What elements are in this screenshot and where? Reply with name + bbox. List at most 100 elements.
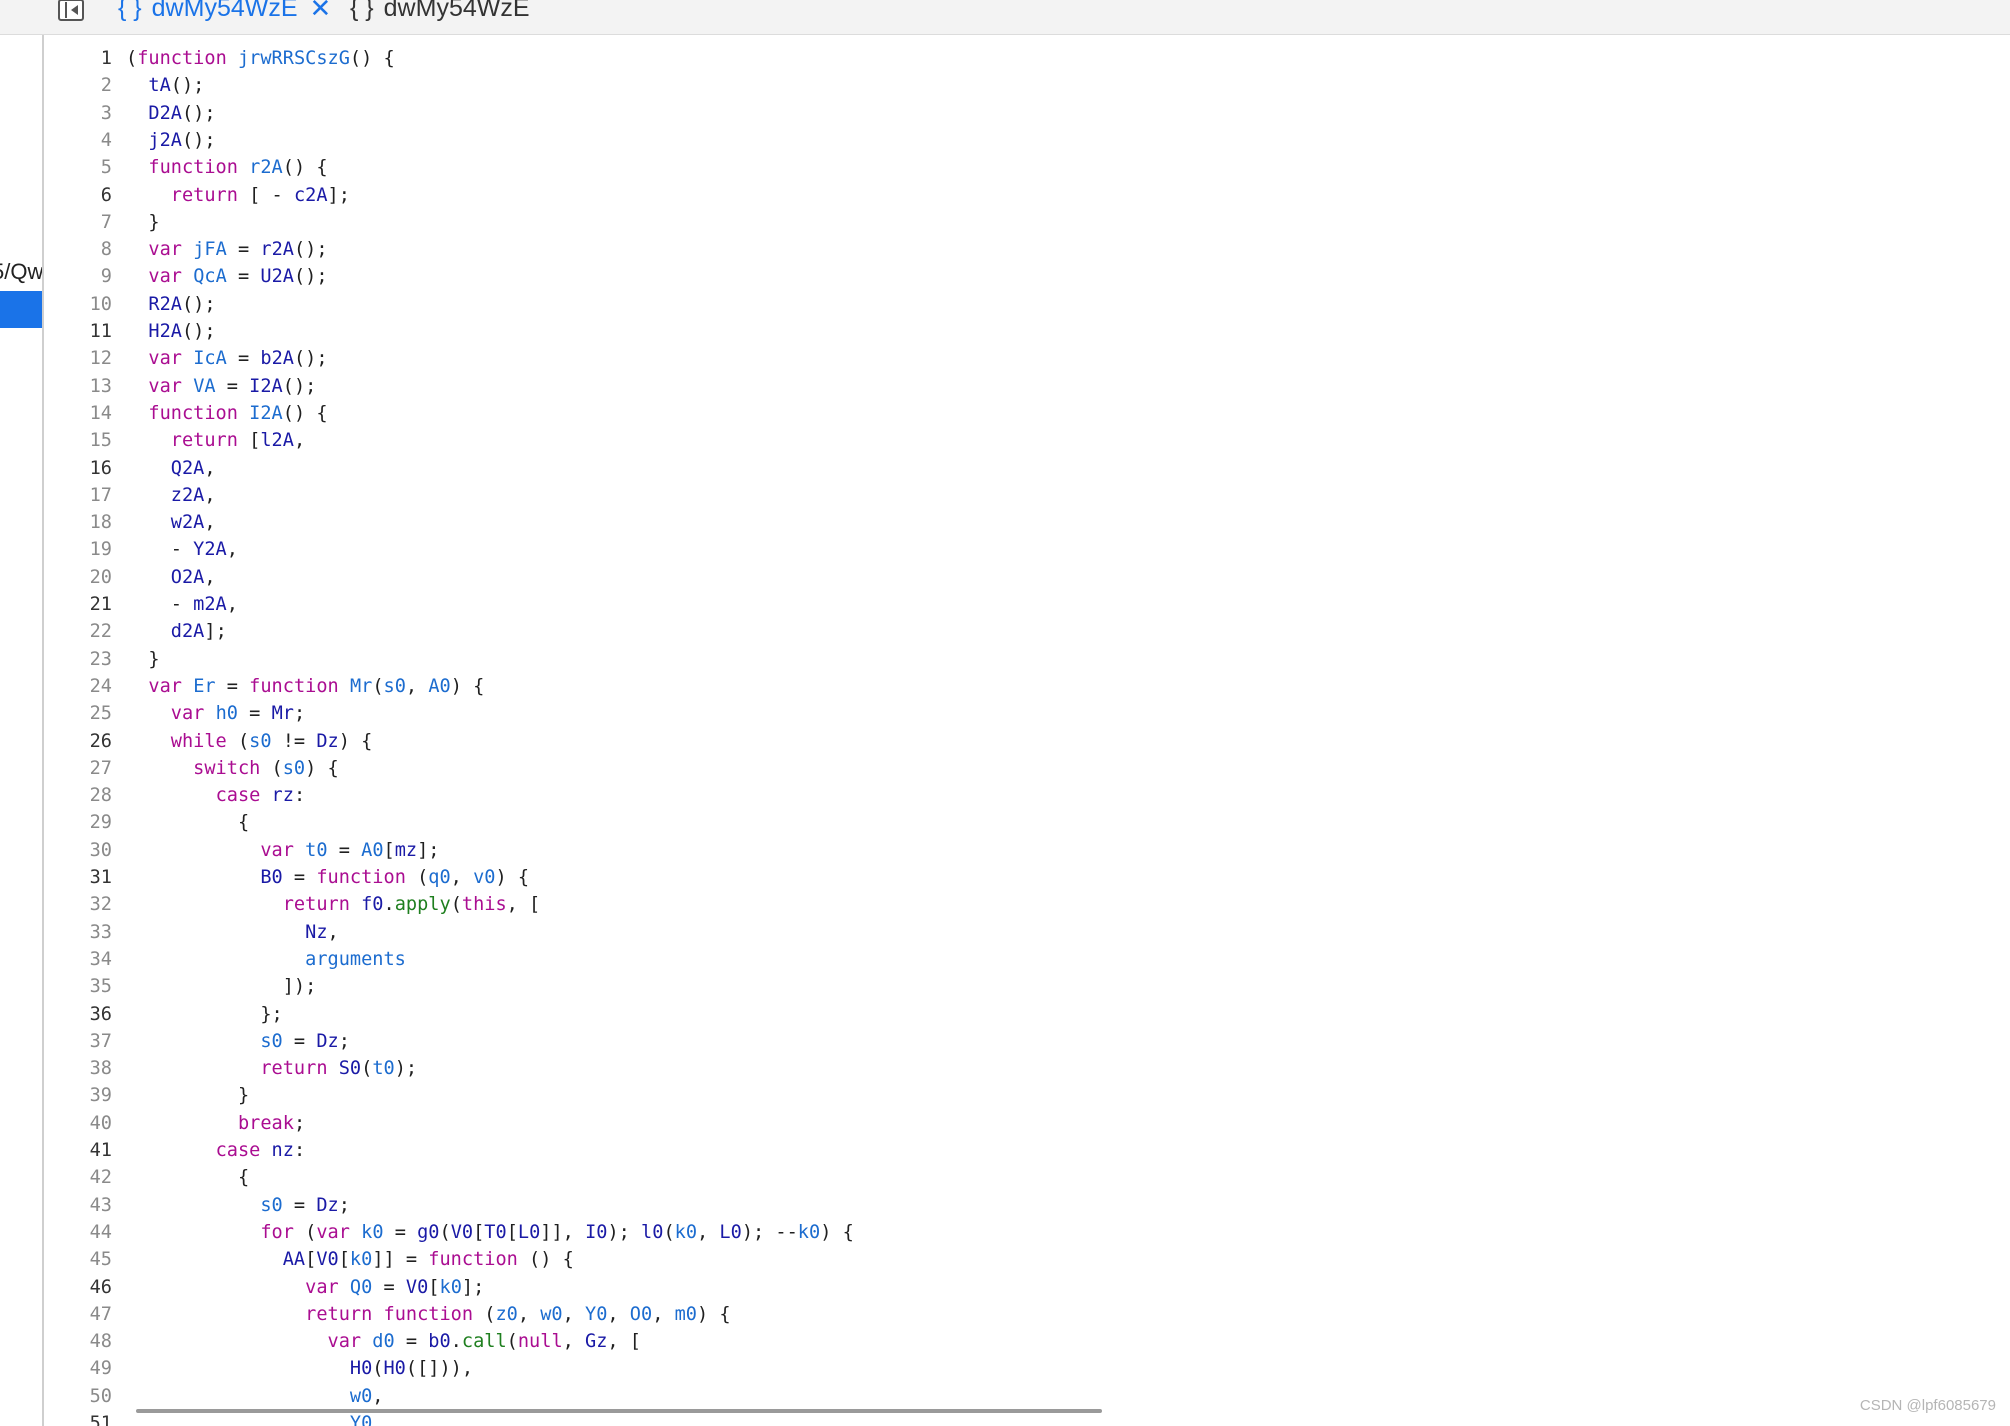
tab-dwmy54wze-active[interactable]: { } dwMy54WzE ✕ (118, 0, 331, 25)
code-line[interactable]: 8 var jFA = r2A(); (46, 236, 328, 263)
line-number[interactable]: 46 (46, 1274, 112, 1301)
code-line[interactable]: 17 z2A, (46, 482, 216, 509)
close-tab-icon[interactable]: ✕ (310, 0, 332, 24)
line-number[interactable]: 7 (46, 209, 112, 236)
line-number[interactable]: 2 (46, 72, 112, 99)
line-number[interactable]: 5 (46, 154, 112, 181)
line-number[interactable]: 3 (46, 100, 112, 127)
line-number[interactable]: 27 (46, 755, 112, 782)
line-number[interactable]: 33 (46, 919, 112, 946)
code-line[interactable]: 49 H0(H0([])), (46, 1355, 473, 1382)
code-line[interactable]: 47 return function (z0, w0, Y0, O0, m0) … (46, 1301, 731, 1328)
line-number[interactable]: 4 (46, 127, 112, 154)
line-number[interactable]: 26 (46, 728, 112, 755)
line-number[interactable]: 9 (46, 263, 112, 290)
code-line[interactable]: 11 H2A(); (46, 318, 216, 345)
line-number[interactable]: 51 (46, 1410, 112, 1426)
code-line[interactable]: 10 R2A(); (46, 291, 216, 318)
line-number[interactable]: 50 (46, 1383, 112, 1410)
line-number[interactable]: 21 (46, 591, 112, 618)
code-line[interactable]: 1 (function jrwRRSCszG() { (46, 45, 395, 72)
line-number[interactable]: 24 (46, 673, 112, 700)
code-line[interactable]: 31 B0 = function (q0, v0) { (46, 864, 529, 891)
line-number[interactable]: 43 (46, 1192, 112, 1219)
code-line[interactable]: 36 }; (46, 1001, 283, 1028)
line-number[interactable]: 29 (46, 809, 112, 836)
line-number[interactable]: 44 (46, 1219, 112, 1246)
code-line[interactable]: 30 var t0 = A0[mz]; (46, 837, 440, 864)
line-number[interactable]: 49 (46, 1355, 112, 1382)
line-number[interactable]: 32 (46, 891, 112, 918)
code-line[interactable]: 27 switch (s0) { (46, 755, 339, 782)
tab-dwmy54wze[interactable]: { } dwMy54WzE (350, 0, 530, 25)
code-line[interactable]: 34 arguments (46, 946, 406, 973)
code-line[interactable]: 35 ]); (46, 973, 317, 1000)
code-line[interactable]: 44 for (var k0 = g0(V0[T0[L0]], I0); l0(… (46, 1219, 854, 1246)
code-line[interactable]: 25 var h0 = Mr; (46, 700, 306, 727)
code-line[interactable]: 37 s0 = Dz; (46, 1028, 350, 1055)
line-number[interactable]: 25 (46, 700, 112, 727)
code-line[interactable]: 32 return f0.apply(this, [ (46, 891, 541, 918)
code-line[interactable]: 14 function I2A() { (46, 400, 328, 427)
code-line[interactable]: 13 var VA = I2A(); (46, 373, 317, 400)
line-number[interactable]: 1 (46, 45, 112, 72)
code-line[interactable]: 7 } (46, 209, 160, 236)
code-line[interactable]: 41 case nz: (46, 1137, 306, 1164)
line-number[interactable]: 20 (46, 564, 112, 591)
line-number[interactable]: 37 (46, 1028, 112, 1055)
code-line[interactable]: 50 w0, (46, 1383, 384, 1410)
code-line[interactable]: 15 return [l2A, (46, 427, 306, 454)
line-number[interactable]: 39 (46, 1082, 112, 1109)
line-number[interactable]: 14 (46, 400, 112, 427)
code-line[interactable]: 29 { (46, 809, 250, 836)
code-line[interactable]: 46 var Q0 = V0[k0]; (46, 1274, 485, 1301)
code-line[interactable]: 48 var d0 = b0.call(null, Gz, [ (46, 1328, 641, 1355)
code-line[interactable]: 22 d2A]; (46, 618, 227, 645)
line-number[interactable]: 11 (46, 318, 112, 345)
code-line[interactable]: 21 - m2A, (46, 591, 238, 618)
code-line[interactable]: 45 AA[V0[k0]] = function () { (46, 1246, 574, 1273)
line-number[interactable]: 42 (46, 1164, 112, 1191)
line-number[interactable]: 36 (46, 1001, 112, 1028)
code-line[interactable]: 19 - Y2A, (46, 536, 238, 563)
code-line[interactable]: 18 w2A, (46, 509, 216, 536)
line-number[interactable]: 12 (46, 345, 112, 372)
line-number[interactable]: 16 (46, 455, 112, 482)
line-number[interactable]: 22 (46, 618, 112, 645)
sidebar-selected-item[interactable] (0, 291, 42, 328)
line-number[interactable]: 15 (46, 427, 112, 454)
line-number[interactable]: 38 (46, 1055, 112, 1082)
code-line[interactable]: 3 D2A(); (46, 100, 216, 127)
line-number[interactable]: 18 (46, 509, 112, 536)
code-line[interactable]: 6 return [ - c2A]; (46, 182, 350, 209)
code-line[interactable]: 38 return S0(t0); (46, 1055, 417, 1082)
code-line[interactable]: 43 s0 = Dz; (46, 1192, 350, 1219)
code-line[interactable]: 23 } (46, 646, 160, 673)
line-number[interactable]: 8 (46, 236, 112, 263)
line-number[interactable]: 41 (46, 1137, 112, 1164)
code-line[interactable]: 9 var QcA = U2A(); (46, 263, 328, 290)
line-number[interactable]: 28 (46, 782, 112, 809)
line-number[interactable]: 31 (46, 864, 112, 891)
code-line[interactable]: 33 Nz, (46, 919, 339, 946)
line-number[interactable]: 17 (46, 482, 112, 509)
code-line[interactable]: 39 } (46, 1082, 250, 1109)
horizontal-scrollbar[interactable] (136, 1409, 1102, 1413)
line-number[interactable]: 45 (46, 1246, 112, 1273)
line-number[interactable]: 34 (46, 946, 112, 973)
line-number[interactable]: 13 (46, 373, 112, 400)
line-number[interactable]: 35 (46, 973, 112, 1000)
code-line[interactable]: 51 Y0, (46, 1410, 384, 1426)
code-line[interactable]: 28 case rz: (46, 782, 306, 809)
code-line[interactable]: 4 j2A(); (46, 127, 216, 154)
code-line[interactable]: 42 { (46, 1164, 250, 1191)
code-line[interactable]: 16 Q2A, (46, 455, 216, 482)
code-line[interactable]: 2 tA(); (46, 72, 205, 99)
code-line[interactable]: 5 function r2A() { (46, 154, 328, 181)
line-number[interactable]: 30 (46, 837, 112, 864)
code-line[interactable]: 40 break; (46, 1110, 306, 1137)
code-line[interactable]: 24 var Er = function Mr(s0, A0) { (46, 673, 485, 700)
line-number[interactable]: 10 (46, 291, 112, 318)
line-number[interactable]: 19 (46, 536, 112, 563)
line-number[interactable]: 47 (46, 1301, 112, 1328)
